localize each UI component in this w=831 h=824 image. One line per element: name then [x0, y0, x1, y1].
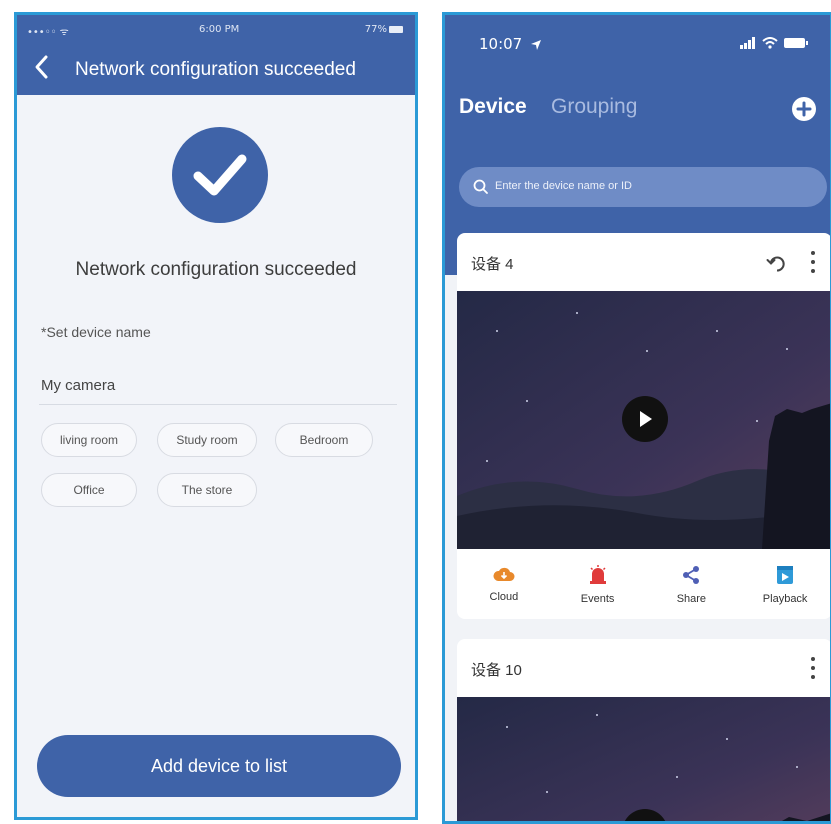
chip-office[interactable]: Office [41, 473, 137, 507]
battery-icon [389, 25, 403, 33]
playback-label: Playback [762, 593, 808, 605]
left-phone-screen: •••◦◦ ᯤ 6:00 PM 77% Network configuratio… [14, 12, 418, 820]
device-card[interactable]: 设备 10 [457, 639, 830, 821]
status-time-group: 10:07 [479, 35, 542, 53]
refresh-icon[interactable] [766, 253, 788, 275]
battery-icon [784, 38, 808, 48]
alarm-icon [589, 565, 606, 584]
search-placeholder: Enter the device name or ID [495, 180, 632, 192]
tab-grouping[interactable]: Grouping [551, 95, 637, 119]
share-label: Share [676, 593, 707, 605]
battery-percent: 77% [364, 24, 387, 35]
wifi-icon [762, 37, 778, 49]
search-bar[interactable]: Enter the device name or ID [459, 167, 827, 207]
header-title: Network configuration succeeded [75, 59, 356, 80]
chip-living-room[interactable]: living room [41, 423, 137, 457]
cloud-label: Cloud [489, 591, 519, 603]
cloud-icon [493, 567, 515, 581]
device-actions: Cloud Events Share Playback [457, 551, 830, 619]
carrier-signal: •••◦◦ ᯤ [27, 27, 69, 38]
chip-study-room[interactable]: Study room [157, 423, 257, 457]
status-icons [740, 35, 808, 49]
play-button[interactable] [622, 396, 668, 442]
add-device-button[interactable]: Add device to list [37, 735, 401, 797]
video-preview[interactable] [457, 697, 830, 821]
share-icon [683, 566, 700, 584]
device-card-title: 设备 4 [471, 256, 514, 273]
search-icon [473, 179, 488, 194]
playback-icon [777, 566, 794, 584]
chip-bedroom[interactable]: Bedroom [275, 423, 373, 457]
location-arrow-icon [531, 39, 542, 50]
video-preview[interactable] [457, 291, 830, 549]
night-landscape-image [457, 697, 830, 821]
device-card-title: 设备 10 [471, 662, 522, 679]
add-device-icon[interactable] [792, 97, 816, 121]
events-label: Events [580, 593, 615, 605]
cloud-button[interactable]: Cloud [457, 551, 551, 619]
device-name-input[interactable] [39, 367, 397, 405]
status-time: 6:00 PM [199, 24, 240, 35]
more-options-icon[interactable] [806, 655, 820, 681]
tab-device[interactable]: Device [459, 95, 527, 119]
share-button[interactable]: Share [645, 551, 739, 619]
device-card[interactable]: 设备 4 Cloud Events Share Playback [457, 233, 830, 619]
right-phone-screen: 10:07 Device Grouping Enter the device n… [442, 12, 831, 824]
chip-the-store[interactable]: The store [157, 473, 257, 507]
play-icon [640, 411, 652, 427]
device-name-label: *Set device name [41, 324, 151, 340]
success-checkmark-icon [172, 127, 268, 223]
battery-indicator: 77% [365, 24, 403, 35]
events-button[interactable]: Events [551, 551, 645, 619]
status-time: 10:07 [479, 35, 523, 53]
left-header: •••◦◦ ᯤ 6:00 PM 77% Network configuratio… [17, 15, 415, 95]
playback-button[interactable]: Playback [738, 551, 830, 619]
back-button[interactable] [31, 53, 53, 81]
success-message: Network configuration succeeded [75, 259, 357, 280]
chevron-left-icon [35, 55, 48, 79]
signal-icon [740, 37, 755, 49]
more-options-icon[interactable] [806, 249, 820, 275]
